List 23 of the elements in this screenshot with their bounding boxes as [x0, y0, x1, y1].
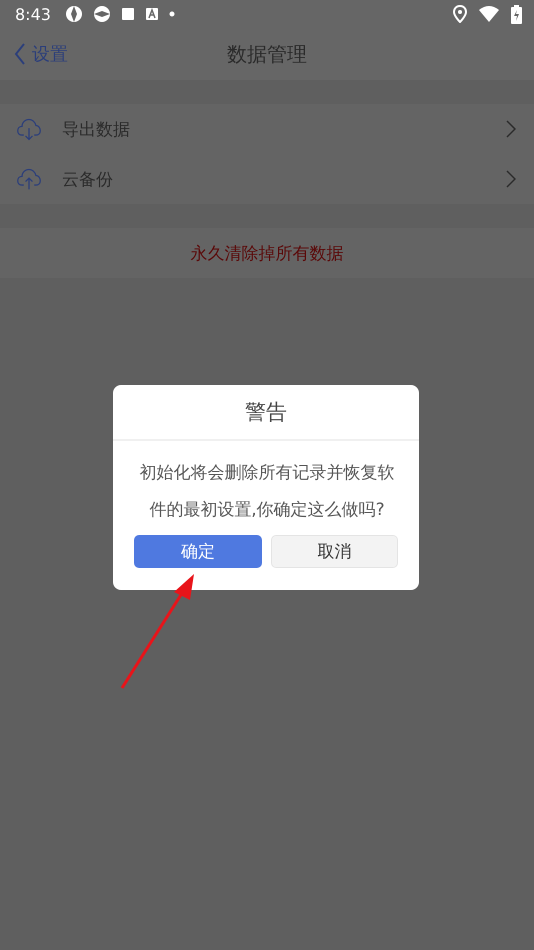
chevron-left-icon — [14, 43, 26, 65]
clear-data-button[interactable]: 永久清除掉所有数据 — [0, 228, 534, 278]
chevron-right-icon — [506, 120, 516, 138]
dialog-message: 初始化将会删除所有记录并恢复软件的最初设置,你确定这么做吗? — [138, 462, 396, 522]
chevron-right-icon — [506, 170, 516, 188]
confirm-button[interactable]: 确定 — [134, 535, 262, 568]
menu-item[interactable]: 导出数据 — [0, 104, 534, 154]
dialog-title: 警告 — [113, 385, 419, 441]
battery-charging-icon — [511, 4, 522, 24]
page-title: 数据管理 — [227, 40, 307, 68]
square-icon — [120, 7, 135, 21]
wifi-icon — [479, 6, 499, 22]
menu-label: 云备份 — [62, 168, 113, 190]
cloud-upload-icon — [16, 166, 42, 192]
menu-label: 导出数据 — [62, 118, 130, 140]
cancel-button[interactable]: 取消 — [270, 535, 398, 568]
keyboard-a-icon — [144, 7, 159, 21]
status-time: 8:43 — [15, 4, 51, 24]
cloud-download-icon — [16, 116, 42, 142]
back-button[interactable]: 设置 — [0, 42, 68, 66]
menu-item[interactable]: 云备份 — [0, 154, 534, 204]
location-icon — [453, 5, 467, 23]
dot-icon — [168, 11, 175, 17]
